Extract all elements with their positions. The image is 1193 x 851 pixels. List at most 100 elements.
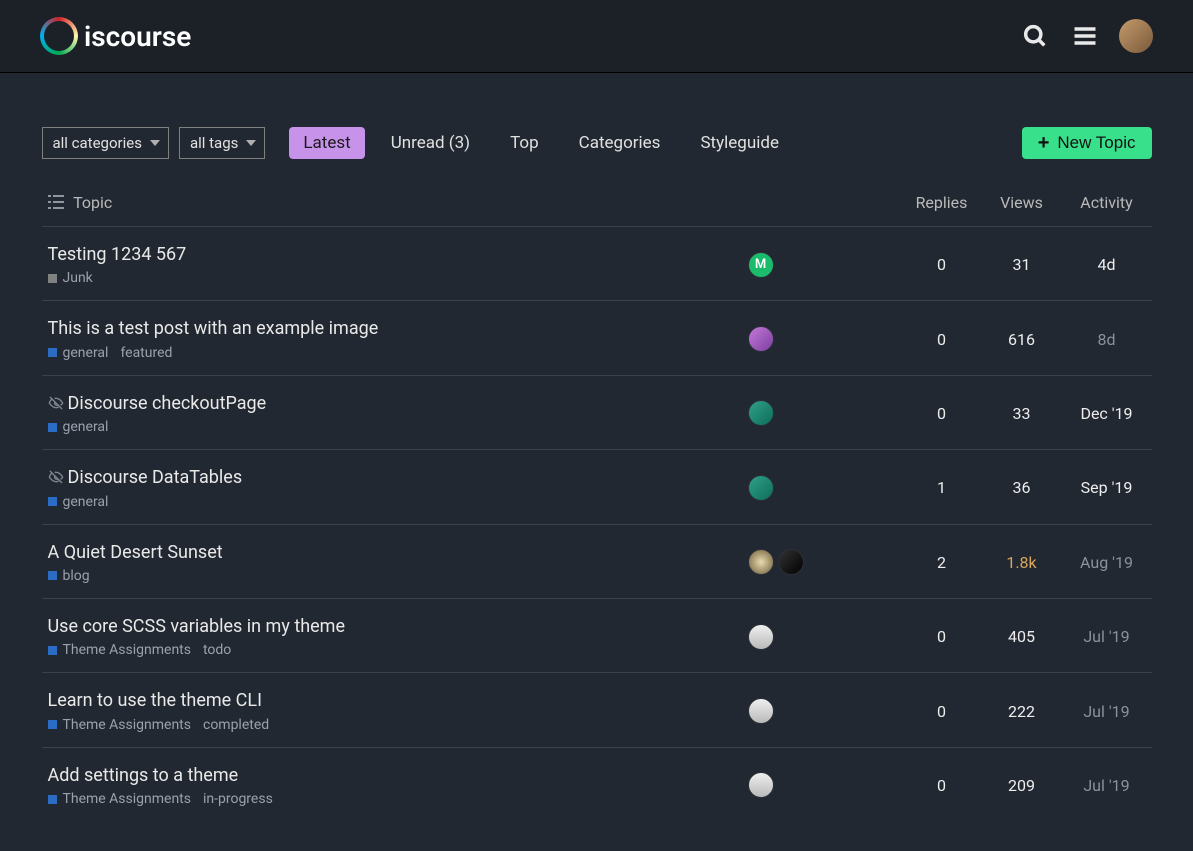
topic-activity[interactable]: Aug '19 [1062, 524, 1152, 598]
topic-meta: general [48, 419, 736, 435]
topic-posters [748, 400, 896, 426]
topic-replies[interactable]: 0 [902, 598, 982, 672]
category-badge[interactable]: Theme Assignments [48, 642, 191, 658]
category-badge[interactable]: general [48, 345, 109, 361]
topic-title-link[interactable]: Discourse checkoutPage [48, 392, 736, 415]
topic-row: Use core SCSS variables in my theme Theme… [42, 598, 1152, 672]
search-icon[interactable] [1019, 20, 1051, 52]
caret-down-icon [150, 140, 160, 146]
topic-row: Discourse checkoutPage general 033Dec '19 [42, 375, 1152, 449]
category-color-icon [48, 348, 57, 357]
logo-text: iscourse [84, 20, 191, 53]
topic-title-link[interactable]: Learn to use the theme CLI [48, 689, 736, 712]
topic-activity[interactable]: Jul '19 [1062, 598, 1152, 672]
tag-filter-dropdown[interactable]: all tags [179, 127, 265, 159]
topic-views: 1.8k [982, 524, 1062, 598]
site-logo[interactable]: iscourse [40, 17, 191, 55]
category-badge[interactable]: general [48, 494, 109, 510]
nav-pill-styleguide[interactable]: Styleguide [686, 127, 793, 159]
topic-activity[interactable]: 8d [1062, 301, 1152, 375]
col-header-activity[interactable]: Activity [1062, 185, 1152, 227]
category-color-icon [48, 795, 57, 804]
category-color-icon [48, 274, 57, 283]
topic-title-link[interactable]: Discourse DataTables [48, 466, 736, 489]
site-header: iscourse [0, 0, 1193, 73]
new-topic-label: New Topic [1057, 133, 1135, 153]
topic-row: Discourse DataTables general 136Sep '19 [42, 450, 1152, 524]
topic-replies[interactable]: 1 [902, 450, 982, 524]
category-badge[interactable]: Junk [48, 270, 93, 286]
topic-activity[interactable]: 4d [1062, 227, 1152, 301]
topic-activity[interactable]: Sep '19 [1062, 450, 1152, 524]
nav-pill-latest[interactable]: Latest [289, 127, 364, 159]
topic-views: 405 [982, 598, 1062, 672]
topic-title-link[interactable]: Add settings to a theme [48, 764, 736, 787]
col-header-views[interactable]: Views [982, 185, 1062, 227]
nav-pill-top[interactable]: Top [496, 127, 553, 159]
topic-row: This is a test post with an example imag… [42, 301, 1152, 375]
category-badge[interactable]: general [48, 419, 109, 435]
list-controls: all categories all tags Latest Unread (3)… [42, 127, 1152, 159]
topic-title-link[interactable]: This is a test post with an example imag… [48, 317, 736, 340]
topic-activity[interactable]: Dec '19 [1062, 375, 1152, 449]
poster-avatar[interactable] [748, 624, 774, 650]
topic-activity[interactable]: Jul '19 [1062, 673, 1152, 747]
poster-avatar[interactable] [748, 772, 774, 798]
poster-avatar[interactable] [748, 698, 774, 724]
poster-avatar[interactable]: M [748, 252, 774, 278]
topic-title-link[interactable]: Use core SCSS variables in my theme [48, 615, 736, 638]
topic-views: 36 [982, 450, 1062, 524]
tag-link[interactable]: todo [203, 642, 231, 658]
nav-pill-unread[interactable]: Unread (3) [377, 127, 484, 159]
category-filter-label: all categories [53, 134, 142, 152]
nav-pill-categories[interactable]: Categories [565, 127, 675, 159]
category-badge[interactable]: blog [48, 568, 90, 584]
poster-avatar[interactable] [748, 326, 774, 352]
topic-replies[interactable]: 0 [902, 301, 982, 375]
category-badge[interactable]: Theme Assignments [48, 717, 191, 733]
tag-link[interactable]: completed [203, 717, 269, 733]
logo-mark-icon [40, 17, 78, 55]
topic-replies[interactable]: 0 [902, 227, 982, 301]
topic-row: A Quiet Desert Sunset blog 21.8kAug '19 [42, 524, 1152, 598]
unlisted-icon [48, 469, 64, 485]
tag-filter-label: all tags [190, 134, 238, 152]
topic-posters [748, 698, 896, 724]
topic-replies[interactable]: 0 [902, 747, 982, 821]
topic-meta: blog [48, 568, 736, 584]
topic-views: 33 [982, 375, 1062, 449]
category-color-icon [48, 497, 57, 506]
category-color-icon [48, 646, 57, 655]
bulk-select-icon[interactable] [48, 194, 64, 210]
category-color-icon [48, 720, 57, 729]
topic-replies[interactable]: 0 [902, 673, 982, 747]
topic-title-link[interactable]: Testing 1234 567 [48, 243, 736, 266]
poster-avatar[interactable] [748, 549, 774, 575]
topic-row: Testing 1234 567JunkM0314d [42, 227, 1152, 301]
topic-posters [748, 475, 896, 501]
caret-down-icon [246, 140, 256, 146]
poster-avatar[interactable] [748, 400, 774, 426]
category-filter-dropdown[interactable]: all categories [42, 127, 169, 159]
new-topic-button[interactable]: + New Topic [1022, 127, 1152, 159]
current-user-avatar[interactable] [1119, 19, 1153, 53]
col-header-replies[interactable]: Replies [902, 185, 982, 227]
topic-views: 616 [982, 301, 1062, 375]
topic-list: Topic Replies Views Activity Testing 123… [42, 185, 1152, 821]
tag-link[interactable]: in-progress [203, 791, 273, 807]
poster-avatar[interactable] [778, 549, 804, 575]
topic-meta: general [48, 494, 736, 510]
col-header-topic[interactable]: Topic [42, 185, 742, 227]
tag-link[interactable]: featured [120, 345, 172, 361]
topic-views: 222 [982, 673, 1062, 747]
topic-replies[interactable]: 0 [902, 375, 982, 449]
header-actions [1019, 19, 1153, 53]
topic-replies[interactable]: 2 [902, 524, 982, 598]
hamburger-menu-icon[interactable] [1069, 20, 1101, 52]
topic-row: Learn to use the theme CLI Theme Assignme… [42, 673, 1152, 747]
topic-activity[interactable]: Jul '19 [1062, 747, 1152, 821]
poster-avatar[interactable] [748, 475, 774, 501]
topic-title-link[interactable]: A Quiet Desert Sunset [48, 541, 736, 564]
category-badge[interactable]: Theme Assignments [48, 791, 191, 807]
topic-meta: Junk [48, 270, 736, 286]
